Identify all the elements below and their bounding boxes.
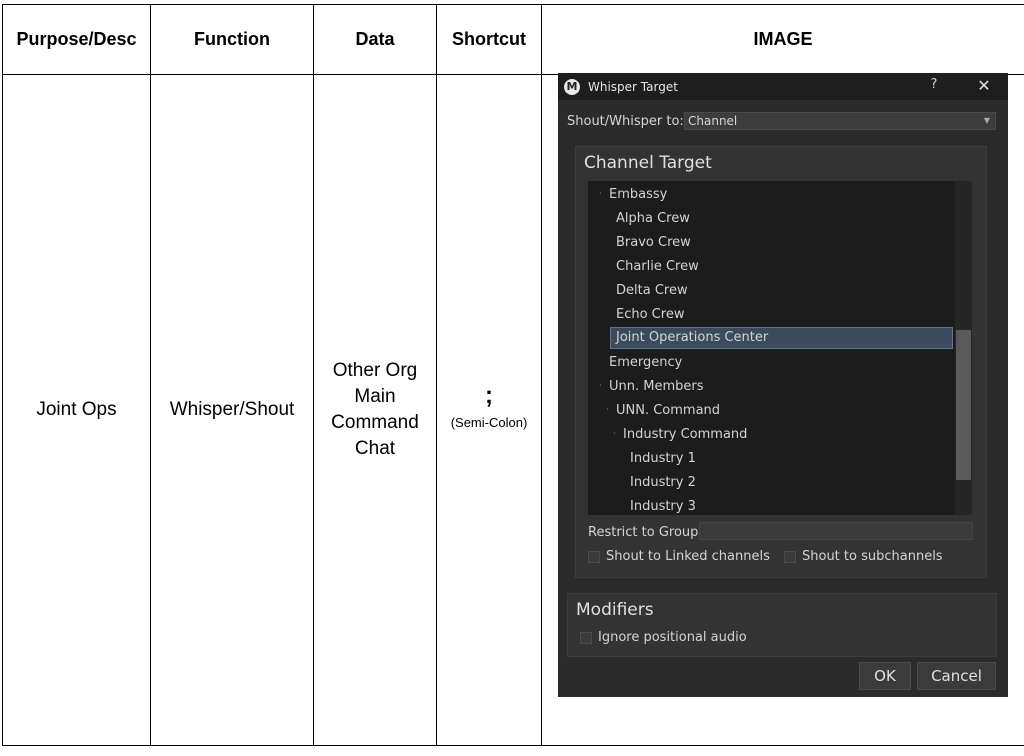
mumble-app-icon: M [564, 78, 580, 95]
tree-scrollbar[interactable] [955, 181, 972, 515]
channel-target-title: Channel Target [584, 153, 712, 173]
shout-subchannels-checkbox[interactable] [784, 550, 796, 563]
header-image: IMAGE [753, 28, 813, 49]
shout-whisper-value: Channel [688, 114, 738, 128]
ok-button[interactable]: OK [859, 662, 911, 690]
data-text: Other Org Main Command Chat [331, 360, 419, 459]
shout-subchannels-option[interactable]: Shout to subchannels [784, 549, 943, 564]
shout-linked-option[interactable]: Shout to Linked channels [588, 549, 770, 564]
channel-target-group: Channel Target · Embassy Alpha Crew Brav… [575, 146, 987, 578]
shortcut-key: ; [485, 382, 493, 409]
cell-purpose: Joint Ops [36, 399, 117, 420]
header-shortcut: Shortcut [452, 28, 526, 49]
tree-item-industry-3[interactable]: Industry 3 [630, 496, 696, 515]
shout-whisper-label: Shout/Whisper to: [567, 114, 684, 129]
tree-item-emergency[interactable]: Emergency [609, 352, 682, 374]
tree-item-unn-members[interactable]: Unn. Members [609, 376, 704, 398]
help-button[interactable]: ? [922, 77, 946, 95]
shout-linked-label: Shout to Linked channels [606, 549, 770, 564]
shout-subchannels-label: Shout to subchannels [802, 549, 943, 564]
title-bar: M Whisper Target ? ✕ [558, 73, 1008, 100]
cell-data: Other Org Main Command Chat [314, 74, 436, 746]
tree-branch-icon: · [599, 189, 602, 199]
chevron-down-icon: ▼ [983, 116, 990, 125]
header-data: Data [355, 28, 395, 49]
tree-item-alpha-crew[interactable]: Alpha Crew [616, 208, 690, 230]
tree-item-delta-crew[interactable]: Delta Crew [616, 280, 688, 302]
ignore-positional-checkbox[interactable] [580, 631, 592, 644]
column-divider [541, 4, 542, 746]
tree-branch-icon: · [613, 429, 616, 439]
shout-whisper-select[interactable]: Channel ▼ [684, 112, 996, 130]
tree-item-bravo-crew[interactable]: Bravo Crew [616, 232, 691, 254]
scrollbar-thumb[interactable] [956, 330, 971, 480]
ignore-positional-label: Ignore positional audio [598, 630, 747, 645]
whisper-target-dialog: M Whisper Target ? ✕ Shout/Whisper to: C… [558, 73, 1008, 697]
cancel-button[interactable]: Cancel [917, 662, 996, 690]
tree-item-unn-command[interactable]: UNN. Command [616, 400, 720, 422]
header-purpose: Purpose/Desc [16, 28, 137, 49]
modifiers-group: Modifiers Ignore positional audio [567, 593, 997, 657]
dialog-title: Whisper Target [588, 79, 678, 94]
channel-tree: · Embassy Alpha Crew Bravo Crew Charlie … [588, 181, 955, 515]
tree-item-industry-command[interactable]: Industry Command [623, 424, 747, 446]
cell-function: Whisper/Shout [169, 399, 295, 420]
ignore-positional-option[interactable]: Ignore positional audio [580, 630, 747, 645]
tree-branch-icon: · [599, 381, 602, 391]
shout-linked-checkbox[interactable] [588, 550, 600, 563]
modifiers-title: Modifiers [576, 600, 654, 620]
tree-item-charlie-crew[interactable]: Charlie Crew [616, 256, 699, 278]
tree-item-joint-operations-center[interactable]: Joint Operations Center [610, 327, 953, 349]
cell-shortcut: ; (Semi-Colon) [437, 74, 541, 746]
shortcut-caption: (Semi-Colon) [450, 415, 528, 430]
tree-item-embassy[interactable]: Embassy [609, 184, 667, 206]
tree-item-echo-crew[interactable]: Echo Crew [616, 304, 684, 326]
restrict-to-group-input[interactable] [699, 522, 973, 540]
restrict-to-group-label: Restrict to Group [588, 525, 699, 540]
tree-item-industry-1[interactable]: Industry 1 [630, 448, 696, 470]
tree-item-industry-2[interactable]: Industry 2 [630, 472, 696, 494]
tree-branch-icon: · [606, 405, 609, 415]
header-function: Function [194, 28, 270, 49]
close-button[interactable]: ✕ [972, 76, 996, 96]
